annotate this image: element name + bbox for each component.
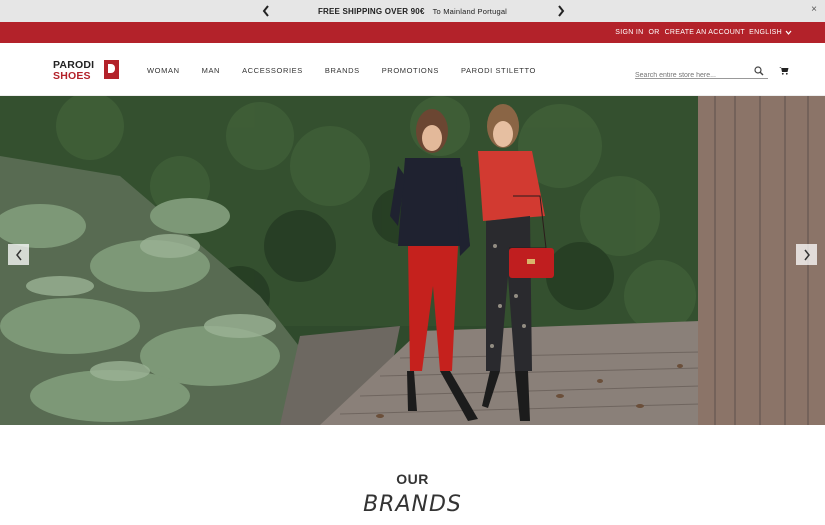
promo-next-button[interactable] — [553, 3, 569, 19]
chevron-right-icon — [803, 249, 810, 260]
site-header: PARODI SHOES WOMAN MAN ACCESSORIES BRAND… — [0, 43, 825, 96]
account-links: SIGN IN OR CREATE AN ACCOUNT — [615, 29, 745, 36]
logo[interactable]: PARODI SHOES — [53, 58, 119, 82]
promo-message: FREE SHIPPING OVER 90€ To Mainland Portu… — [318, 7, 507, 16]
hero-slider — [0, 96, 825, 425]
nav-item-promotions[interactable]: PROMOTIONS — [382, 66, 439, 75]
chevron-down-icon — [785, 30, 792, 35]
language-label: ENGLISH — [749, 29, 782, 36]
nav-item-parodi-stiletto[interactable]: PARODI STILETTO — [461, 66, 536, 75]
nav-item-brands[interactable]: BRANDS — [325, 66, 360, 75]
search-icon[interactable] — [754, 66, 764, 76]
logo-mark — [104, 60, 119, 79]
promo-bar: FREE SHIPPING OVER 90€ To Mainland Portu… — [0, 0, 825, 22]
section-title-our: OUR — [396, 471, 429, 487]
main-nav: WOMAN MAN ACCESSORIES BRANDS PROMOTIONS … — [147, 66, 536, 75]
cart-icon[interactable] — [779, 66, 789, 75]
section-title-brands: BRANDS — [363, 492, 462, 517]
hero-prev-button[interactable] — [8, 244, 29, 265]
hero-next-button[interactable] — [796, 244, 817, 265]
nav-item-woman[interactable]: WOMAN — [147, 66, 180, 75]
nav-item-accessories[interactable]: ACCESSORIES — [242, 66, 303, 75]
search-box — [635, 64, 768, 79]
promo-subline: To Mainland Portugal — [432, 6, 508, 16]
chevron-left-icon — [15, 249, 22, 260]
close-icon[interactable]: × — [811, 4, 817, 15]
chevron-left-icon — [262, 5, 269, 17]
or-text: OR — [648, 29, 660, 36]
promo-prev-button[interactable] — [258, 3, 274, 19]
sign-in-link[interactable]: SIGN IN — [615, 29, 643, 36]
hero-image — [0, 96, 825, 425]
promo-headline: FREE SHIPPING OVER 90€ — [317, 6, 425, 16]
create-account-link[interactable]: CREATE AN ACCOUNT — [665, 29, 745, 36]
search-input[interactable] — [635, 70, 747, 79]
nav-item-man[interactable]: MAN — [202, 66, 220, 75]
account-bar: SIGN IN OR CREATE AN ACCOUNT ENGLISH — [0, 22, 825, 43]
chevron-right-icon — [558, 5, 565, 17]
language-selector[interactable]: ENGLISH — [749, 29, 792, 36]
logo-line2: SHOES — [53, 70, 91, 82]
